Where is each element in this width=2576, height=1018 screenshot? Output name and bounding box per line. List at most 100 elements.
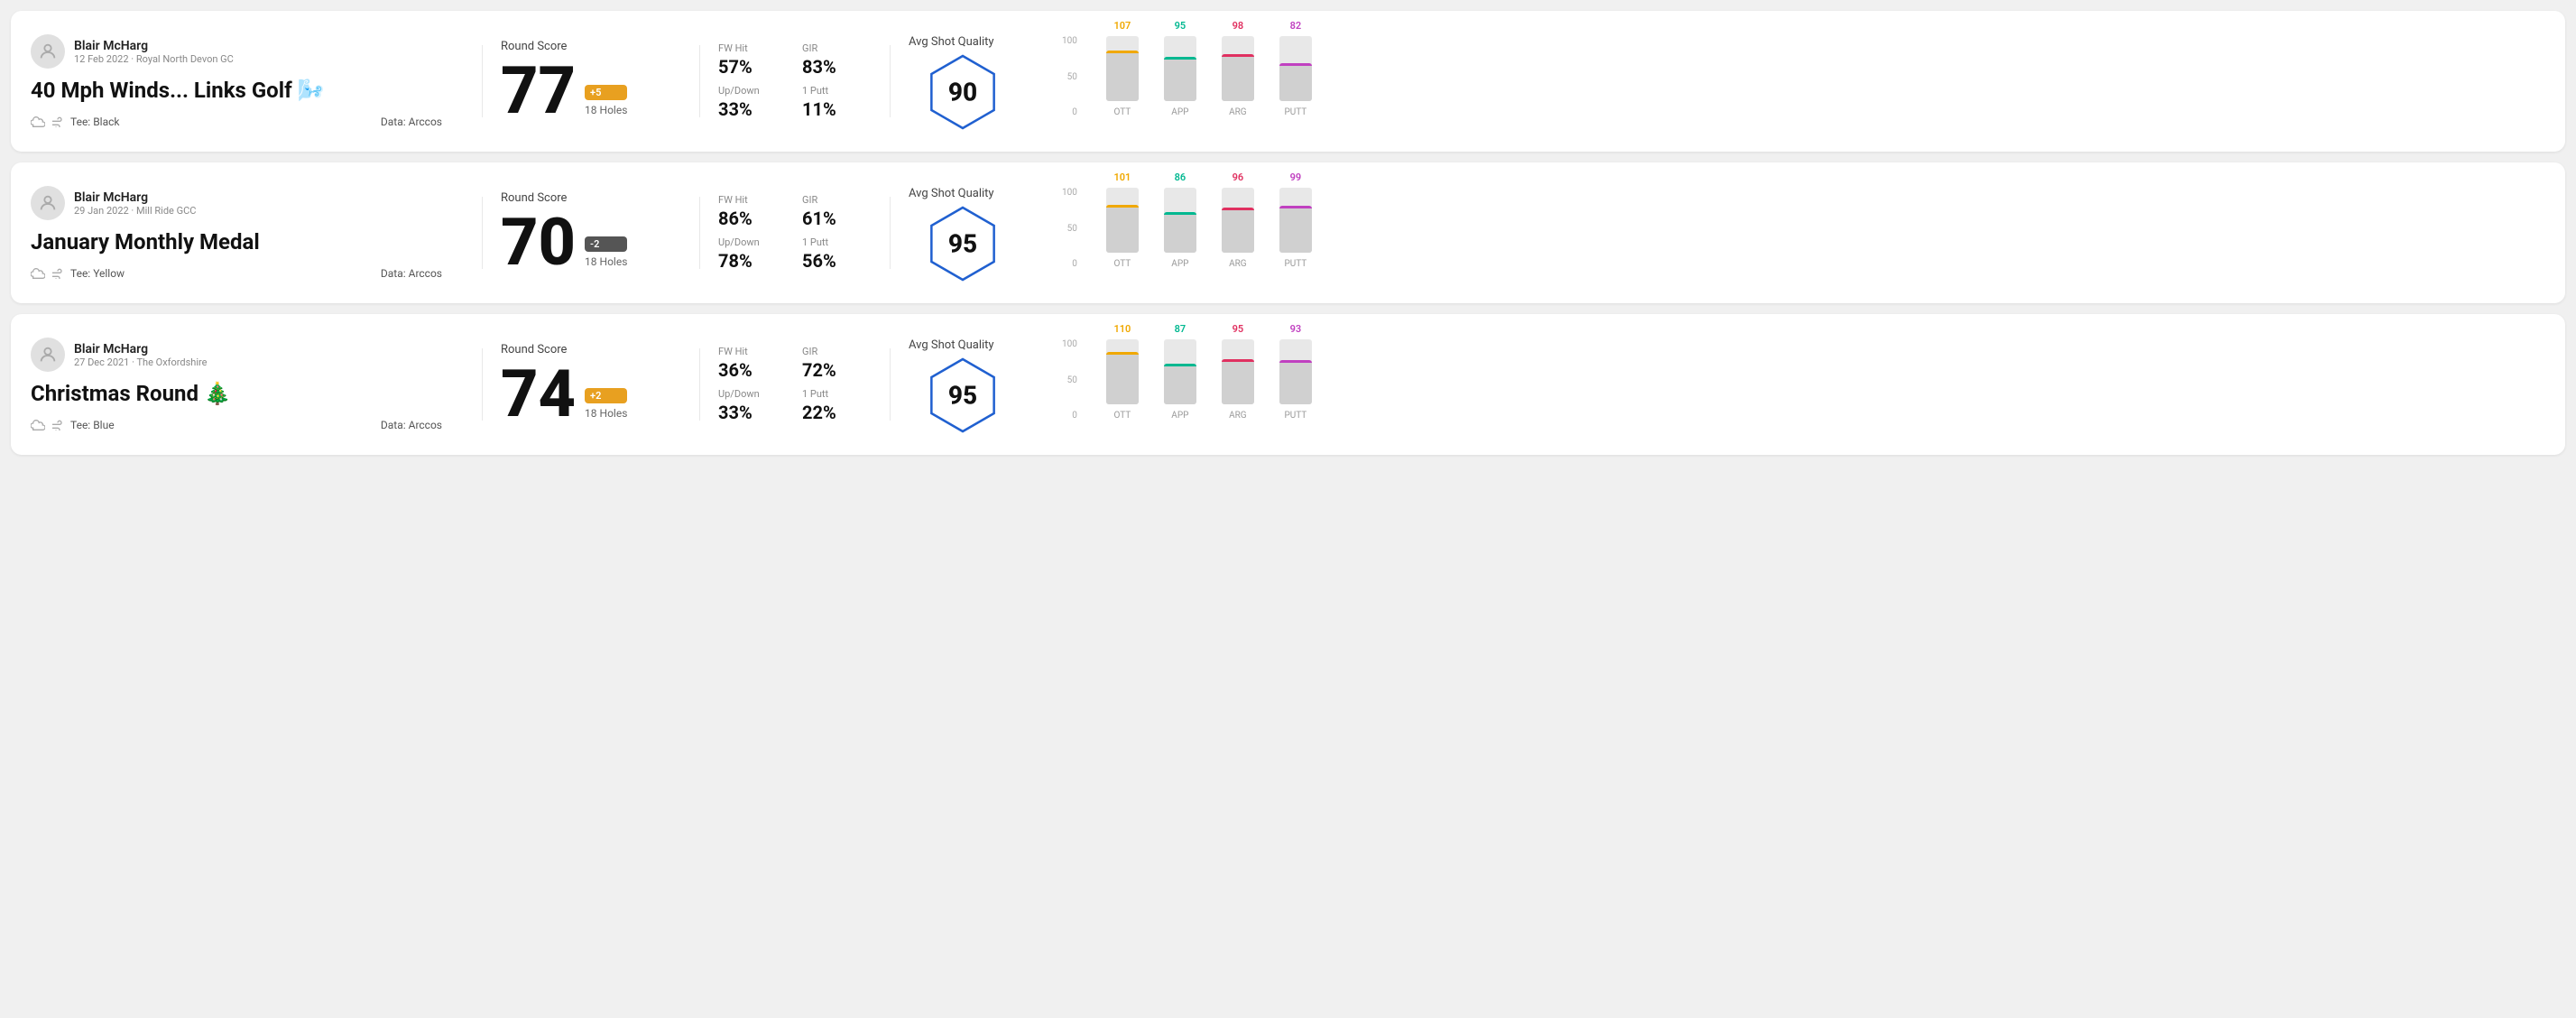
bar-wrapper xyxy=(1279,188,1312,253)
tee-info: Tee: Blue xyxy=(31,419,115,431)
y-axis-label: 50 xyxy=(1067,72,1077,82)
y-axis-label: 100 xyxy=(1062,188,1077,198)
bar-value-label: 93 xyxy=(1290,323,1302,335)
stat-value: 36% xyxy=(718,359,788,381)
stat-label: 1 Putt xyxy=(802,388,872,400)
bar-fill xyxy=(1164,364,1196,404)
divider-2 xyxy=(699,348,700,421)
cloud-icon xyxy=(31,420,45,430)
tee-label: Tee: Black xyxy=(70,116,119,128)
bar-fill xyxy=(1222,54,1254,101)
bar-value-label: 99 xyxy=(1290,171,1302,183)
cloud-icon xyxy=(31,268,45,279)
stat-label: GIR xyxy=(802,194,872,206)
stat-item-3: 1 Putt11% xyxy=(802,85,872,120)
chart-col-3: 99 PUTT xyxy=(1279,171,1312,269)
chart-col-0: 110OTT xyxy=(1106,323,1139,421)
score-number: 77 xyxy=(501,59,576,124)
stat-value: 33% xyxy=(718,98,788,120)
bar-wrapper xyxy=(1222,188,1254,253)
stat-label: GIR xyxy=(802,346,872,357)
stats-section: FW Hit86%GIR61%Up/Down78%1 Putt56% xyxy=(718,194,872,272)
chart-col-2: 95 ARG xyxy=(1222,323,1254,421)
stat-value: 83% xyxy=(802,56,872,78)
chart-section: 100500110OTT87APP95ARG93PUTT xyxy=(1053,330,2545,439)
stat-value: 11% xyxy=(802,98,872,120)
card-left: Blair McHarg27 Dec 2021 · The Oxfordshir… xyxy=(31,338,464,431)
user-row: Blair McHarg12 Feb 2022 · Royal North De… xyxy=(31,34,442,69)
tee-info: Tee: Black xyxy=(31,116,119,128)
bar-wrapper xyxy=(1164,36,1196,101)
hexagon: 95 xyxy=(922,355,1003,436)
chart-col-0: 101OTT xyxy=(1106,171,1139,269)
score-label: Round Score xyxy=(501,343,681,356)
chart-section: 100500107OTT95APP98ARG82PUTT xyxy=(1053,27,2545,135)
user-info: Blair McHarg29 Jan 2022 · Mill Ride GCC xyxy=(74,190,196,217)
bar-wrapper xyxy=(1106,36,1139,101)
stat-value: 72% xyxy=(802,359,872,381)
quality-label: Avg Shot Quality xyxy=(909,338,994,352)
bar-category-label: PUTT xyxy=(1284,259,1306,269)
chart-col-1: 86APP xyxy=(1164,171,1196,269)
bar-value-label: 87 xyxy=(1175,323,1186,335)
bar-category-label: ARG xyxy=(1229,411,1247,421)
stat-item-1: GIR61% xyxy=(802,194,872,229)
bar-category-label: PUTT xyxy=(1284,107,1306,117)
data-source-label: Data: Arccos xyxy=(381,419,442,431)
user-meta: 27 Dec 2021 · The Oxfordshire xyxy=(74,356,207,368)
round-card-1: Blair McHarg12 Feb 2022 · Royal North De… xyxy=(11,11,2565,152)
round-title: Christmas Round 🎄 xyxy=(31,381,442,406)
stat-value: 22% xyxy=(802,402,872,423)
avatar xyxy=(31,338,65,372)
stat-item-0: FW Hit86% xyxy=(718,194,788,229)
bar-chart: 100500107OTT95APP98ARG82PUTT xyxy=(1062,27,2545,135)
stat-label: FW Hit xyxy=(718,42,788,54)
data-source-label: Data: Arccos xyxy=(381,116,442,128)
stat-item-1: GIR83% xyxy=(802,42,872,78)
bar-fill xyxy=(1279,206,1312,253)
bar-chart: 100500101OTT86APP96ARG99PUTT xyxy=(1062,179,2545,287)
stat-item-2: Up/Down33% xyxy=(718,85,788,120)
stat-label: Up/Down xyxy=(718,85,788,97)
bar-wrapper xyxy=(1164,188,1196,253)
divider-3 xyxy=(890,197,891,269)
y-axis-label: 0 xyxy=(1072,259,1077,269)
score-section: Round Score70-218 Holes xyxy=(501,191,681,275)
cloud-icon xyxy=(31,116,45,127)
wind-icon xyxy=(51,268,65,279)
bar-fill xyxy=(1164,57,1196,101)
user-name: Blair McHarg xyxy=(74,190,196,205)
bar-value-label: 95 xyxy=(1233,323,1244,335)
y-axis-labels: 100500 xyxy=(1062,339,1077,421)
bar-wrapper xyxy=(1222,339,1254,404)
bar-fill xyxy=(1222,359,1254,404)
chart-col-0: 107OTT xyxy=(1106,20,1139,117)
chart-section: 100500101OTT86APP96ARG99PUTT xyxy=(1053,179,2545,287)
tee-info: Tee: Yellow xyxy=(31,267,125,280)
score-badge: +5 xyxy=(585,85,627,100)
bar-value-label: 95 xyxy=(1175,20,1186,32)
stat-item-0: FW Hit 57% xyxy=(718,42,788,78)
bar-fill xyxy=(1106,51,1139,101)
hexagon: 95 xyxy=(922,203,1003,284)
score-label: Round Score xyxy=(501,40,681,53)
avatar xyxy=(31,34,65,69)
divider-3 xyxy=(890,45,891,117)
score-badge-col: -218 Holes xyxy=(585,236,627,275)
hexagon-value: 90 xyxy=(948,77,977,106)
stat-label: Up/Down xyxy=(718,236,788,248)
bar-category-label: APP xyxy=(1171,411,1188,421)
round-title: 40 Mph Winds... Links Golf 🌬️ xyxy=(31,78,442,103)
bar-value-label: 101 xyxy=(1113,171,1131,183)
y-axis-label: 0 xyxy=(1072,411,1077,421)
hexagon-container: 95 xyxy=(909,359,1017,431)
data-source-label: Data: Arccos xyxy=(381,267,442,280)
round-card-2: Blair McHarg29 Jan 2022 · Mill Ride GCCJ… xyxy=(11,162,2565,303)
y-axis-label: 0 xyxy=(1072,107,1077,117)
card-left: Blair McHarg29 Jan 2022 · Mill Ride GCCJ… xyxy=(31,186,464,280)
wind-icon xyxy=(51,116,65,127)
bar-category-label: APP xyxy=(1171,107,1188,117)
stat-value: 57% xyxy=(718,56,788,78)
avatar xyxy=(31,186,65,220)
divider-3 xyxy=(890,348,891,421)
